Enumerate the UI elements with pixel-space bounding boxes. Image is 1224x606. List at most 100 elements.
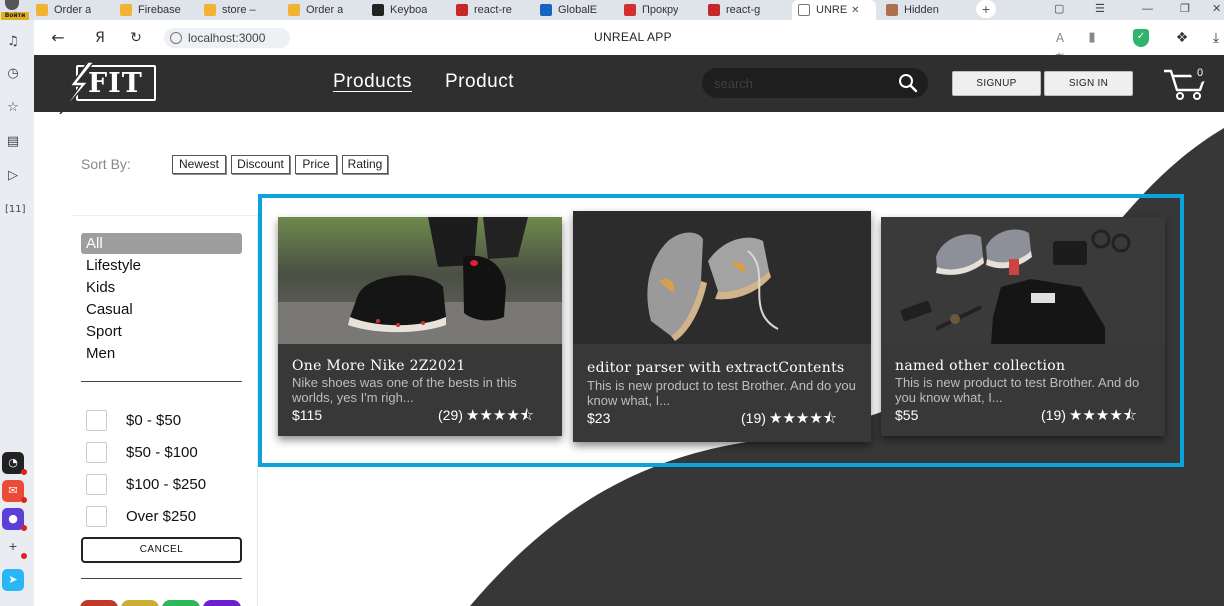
chat-app-icon[interactable]: ● (2, 508, 27, 531)
tab-favicon-icon (708, 4, 720, 16)
price-filter-option[interactable]: $0 - $50 (86, 409, 181, 431)
price-checkbox[interactable] (86, 409, 107, 431)
browser-tab[interactable]: Order a (288, 0, 364, 20)
price-range-label: Over $250 (126, 507, 197, 525)
avatar (5, 0, 19, 10)
sort-price-button[interactable]: Price (295, 155, 337, 174)
tab-collections-icon[interactable]: ▢ (1054, 0, 1064, 20)
tab-label: Order a (54, 4, 92, 16)
color-swatch[interactable] (121, 600, 159, 606)
category-sport[interactable]: Sport (81, 321, 242, 342)
browser-tab[interactable]: GlobalE (540, 0, 616, 20)
product-card[interactable]: editor parser with extractContents This … (573, 211, 871, 442)
reload-icon[interactable]: ↻ (126, 28, 146, 48)
browser-tab[interactable]: Keyboa (372, 0, 448, 20)
price-range-label: $0 - $50 (126, 411, 182, 429)
extensions-icon[interactable]: ❖ (1172, 28, 1192, 48)
tab-favicon-icon (456, 4, 468, 16)
price-filter-option[interactable]: $100 - $250 (86, 473, 206, 495)
signin-button[interactable]: SIGN IN (1044, 71, 1133, 96)
price-checkbox[interactable] (86, 505, 107, 527)
app-header: FIT Products Product SIGNUP SIGN IN 0 (34, 55, 1224, 114)
browser-tab[interactable]: Firebase (120, 0, 196, 20)
browser-tab[interactable]: store – (204, 0, 280, 20)
tab-favicon-icon (624, 4, 636, 16)
logo-text: FIT (88, 68, 143, 99)
sort-rating-button[interactable]: Rating (342, 155, 388, 174)
tab-favicon-icon (36, 4, 48, 16)
bell-icon[interactable]: ♫ (5, 34, 21, 50)
close-window-icon[interactable]: ✕ (1212, 0, 1221, 20)
telegram-app-icon[interactable]: ➤ (2, 569, 24, 591)
price-checkbox[interactable] (86, 473, 107, 495)
minimize-icon[interactable]: — (1142, 0, 1153, 20)
tab-favicon-icon (540, 4, 552, 16)
site-info-icon[interactable] (170, 32, 182, 44)
mail-app-icon[interactable]: ✉ (2, 480, 27, 503)
category-lifestyle[interactable]: Lifestyle (81, 255, 242, 276)
yandex-icon[interactable]: Я (90, 28, 110, 48)
browser-tab[interactable]: UNRE ✕ (792, 0, 876, 20)
color-swatch[interactable] (80, 600, 118, 606)
translate-icon[interactable]: Aあ (1050, 28, 1070, 65)
price-checkbox[interactable] (86, 441, 107, 463)
url-field[interactable]: localhost:3000 (164, 28, 290, 48)
add-app-icon[interactable]: + (2, 536, 27, 559)
tab-favicon-icon (120, 4, 132, 16)
tab-label: Keyboa (390, 4, 428, 16)
tab-label: Hidden (904, 4, 939, 16)
browser-tab[interactable]: Hidden (886, 0, 962, 20)
search-input[interactable] (714, 74, 884, 92)
close-tab-icon[interactable]: ✕ (851, 5, 859, 16)
tab-label: react-g (726, 4, 761, 16)
review-count: (19) (741, 410, 766, 426)
page-title: UNREAL APP (594, 30, 672, 44)
browser-sidebar: ♫ ◷ ☆ ▤ ▷ [11] ◔ ✉ ● + ➤ (0, 20, 34, 606)
restore-icon[interactable]: ❐ (1180, 0, 1190, 20)
new-tab-button[interactable]: + (976, 0, 996, 18)
downloads-icon[interactable]: ⤓ (1208, 28, 1224, 48)
back-icon[interactable]: ← (48, 28, 68, 48)
color-swatch[interactable] (162, 600, 200, 606)
search-icon[interactable] (898, 73, 918, 93)
browser-tab[interactable]: react-g (708, 0, 784, 20)
url-text: localhost:3000 (188, 31, 266, 45)
review-count: (29) (438, 407, 463, 423)
menu-icon[interactable]: ☰ (1095, 0, 1105, 20)
messenger-app-icon[interactable]: ◔ (2, 452, 27, 475)
sort-newest-button[interactable]: Newest (172, 155, 226, 174)
browser-tab[interactable]: Order a (36, 0, 112, 20)
product-description: This is new product to test Brother. And… (587, 378, 856, 408)
protect-shield-icon[interactable]: ✓ (1133, 29, 1149, 47)
price-range-label: $100 - $250 (126, 475, 207, 493)
browser-tab[interactable]: Прокру (624, 0, 700, 20)
product-card[interactable]: named other collection This is new produ… (881, 217, 1165, 436)
product-name: editor parser with extractContents (587, 360, 845, 376)
collections-icon[interactable]: ▤ (5, 134, 21, 150)
play-icon[interactable]: ▷ (5, 168, 21, 184)
product-card[interactable]: One More Nike 2Z2021 Nike shoes was one … (278, 217, 562, 436)
category-men[interactable]: Men (81, 343, 242, 364)
fit-logo[interactable]: FIT (58, 62, 158, 114)
category-kids[interactable]: Kids (81, 277, 242, 298)
tab-favicon-icon (288, 4, 300, 16)
product-price: $115 (292, 407, 323, 423)
price-filter-option[interactable]: $50 - $100 (86, 441, 198, 463)
cart-count-badge: 0 (1191, 64, 1209, 82)
profile-button[interactable]: Войти (0, 0, 34, 20)
bookmark-icon[interactable]: ▮ (1082, 28, 1102, 48)
price-filter-option[interactable]: Over $250 (86, 505, 196, 527)
cancel-filters-button[interactable]: CANCEL (81, 537, 242, 563)
browser-tab[interactable]: react-re (456, 0, 532, 20)
signup-button[interactable]: SIGNUP (952, 71, 1041, 96)
nav-products[interactable]: Products (333, 71, 412, 93)
category-casual[interactable]: Casual (81, 299, 242, 320)
color-swatch[interactable] (203, 600, 241, 606)
tab-counter-icon[interactable]: [11] (5, 202, 26, 218)
bookmark-star-icon[interactable]: ☆ (5, 100, 21, 116)
history-icon[interactable]: ◷ (5, 66, 21, 82)
sort-discount-button[interactable]: Discount (231, 155, 290, 174)
tab-label: store – (222, 4, 256, 16)
category-all[interactable]: All (81, 233, 242, 254)
nav-product[interactable]: Product (445, 71, 514, 93)
